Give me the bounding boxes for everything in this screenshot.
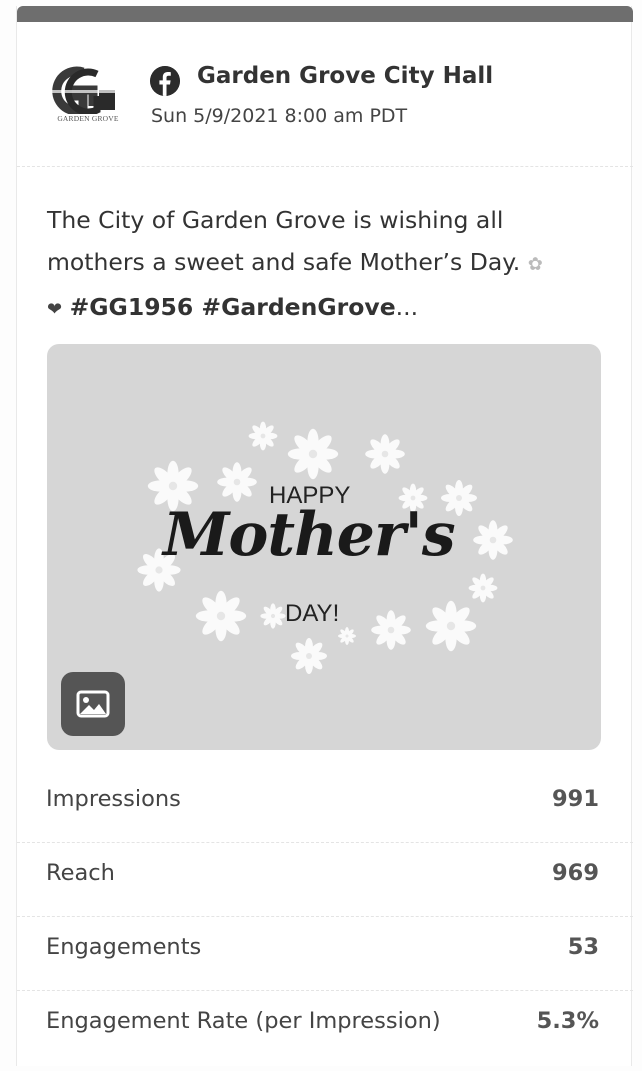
logo-caption: GARDEN GROVE: [57, 114, 119, 123]
garden-grove-logo: GARDEN GROVE: [49, 66, 127, 126]
account-name[interactable]: Garden Grove City Hall: [197, 63, 493, 89]
metric-value: 5.3%: [536, 1008, 599, 1034]
post-hashtags[interactable]: #GG1956 #GardenGrove: [70, 293, 396, 321]
metric-value: 53: [567, 934, 599, 960]
post-image[interactable]: HAPPY Mother's DAY!: [47, 344, 601, 750]
post-text: The City of Garden Grove is wishing all …: [47, 199, 607, 331]
heart-emoji-icon: ❤: [47, 299, 63, 320]
image-text-mothers: Mother's: [163, 500, 456, 570]
facebook-icon: [150, 66, 180, 96]
flower-emoji-icon: ✿: [527, 254, 543, 275]
post-text-ellipsis: ...: [395, 293, 419, 321]
metric-label: Reach: [46, 860, 115, 886]
header-divider: [17, 166, 633, 167]
image-icon: [61, 672, 125, 736]
metric-row-engagements: Engagements 53: [17, 916, 633, 990]
metric-label: Engagements: [46, 934, 202, 960]
metric-label: Impressions: [46, 786, 181, 812]
metric-row-reach: Reach 969: [17, 842, 633, 916]
card-top-bar: [17, 6, 633, 22]
post-date: Sun 5/9/2021 8:00 am PDT: [151, 105, 408, 127]
post-text-line-1: The City of Garden Grove is wishing all: [47, 206, 504, 234]
metric-label: Engagement Rate (per Impression): [46, 1008, 441, 1034]
metric-value: 969: [552, 860, 599, 886]
metric-row-impressions: Impressions 991: [17, 768, 633, 842]
post-text-line-2: mothers a sweet and safe Mother’s Day.: [47, 248, 521, 276]
metric-value: 991: [552, 786, 599, 812]
post-card: GARDEN GROVE Garden Grove City Hall Sun …: [16, 6, 633, 1066]
image-text-day: DAY!: [285, 600, 340, 627]
metric-row-engagement-rate: Engagement Rate (per Impression) 5.3%: [17, 990, 633, 1064]
